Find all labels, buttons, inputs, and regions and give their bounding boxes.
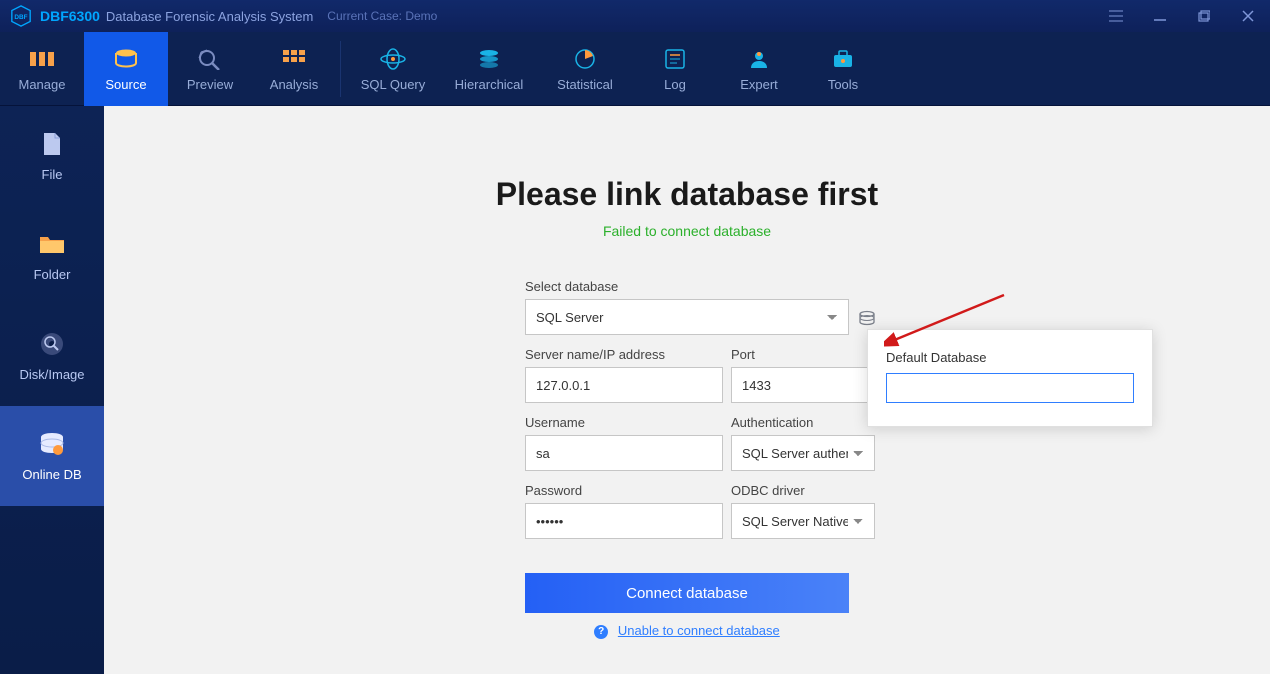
folder-icon	[37, 231, 67, 257]
nav-hierarchical-label: Hierarchical	[455, 77, 524, 92]
database-settings-icon[interactable]	[857, 309, 877, 329]
select-database[interactable]: SQL Server	[525, 299, 849, 335]
nav-sqlquery-label: SQL Query	[361, 77, 426, 92]
help-icon: ?	[594, 625, 608, 639]
analysis-icon	[280, 47, 308, 71]
nav-hierarchical[interactable]: Hierarchical	[441, 32, 537, 106]
help-link[interactable]: Unable to connect database	[618, 623, 780, 638]
server-input[interactable]	[525, 367, 723, 403]
disk-icon	[37, 331, 67, 357]
preview-icon	[196, 47, 224, 71]
nav-preview[interactable]: Preview	[168, 32, 252, 106]
nav-statistical[interactable]: Statistical	[537, 32, 633, 106]
sidebar-folder-label: Folder	[34, 267, 71, 282]
auth-select[interactable]: SQL Server authen	[731, 435, 875, 471]
port-input[interactable]	[731, 367, 875, 403]
nav-log[interactable]: Log	[633, 32, 717, 106]
source-icon	[112, 47, 140, 71]
annotation-arrow-icon	[884, 291, 1014, 351]
label-password: Password	[525, 483, 723, 498]
password-input[interactable]	[525, 503, 723, 539]
page-title: Please link database first	[104, 176, 1270, 213]
nav-separator	[340, 41, 341, 97]
label-username: Username	[525, 415, 723, 430]
maximize-icon[interactable]	[1182, 0, 1226, 32]
nav-tools-label: Tools	[828, 77, 858, 92]
nav-analysis[interactable]: Analysis	[252, 32, 336, 106]
nav-statistical-label: Statistical	[557, 77, 613, 92]
onlinedb-icon	[37, 431, 67, 457]
hierarchical-icon	[475, 47, 503, 71]
username-input[interactable]	[525, 435, 723, 471]
minimize-icon[interactable]	[1138, 0, 1182, 32]
statistical-icon	[571, 47, 599, 71]
expert-icon	[745, 47, 773, 71]
help-line: ? Unable to connect database	[525, 623, 849, 639]
connect-form: Select database SQL Server Server name/I…	[525, 279, 849, 639]
nav-tools[interactable]: Tools	[801, 32, 885, 106]
status-message: Failed to connect database	[104, 223, 1270, 239]
label-select-db: Select database	[525, 279, 849, 294]
manage-icon	[28, 47, 56, 71]
nav-log-label: Log	[664, 77, 686, 92]
connect-button[interactable]: Connect database	[525, 573, 849, 613]
sidebar-item-file[interactable]: File	[0, 106, 104, 206]
label-port: Port	[731, 347, 875, 362]
label-server: Server name/IP address	[525, 347, 723, 362]
window-controls	[1094, 0, 1270, 32]
odbc-select[interactable]: SQL Server Native	[731, 503, 875, 539]
nav-source-label: Source	[105, 77, 146, 92]
popover-label: Default Database	[886, 350, 1134, 365]
sidebar-item-onlinedb[interactable]: Online DB	[0, 406, 104, 506]
titlebar: DBF DBF6300 Database Forensic Analysis S…	[0, 0, 1270, 32]
close-icon[interactable]	[1226, 0, 1270, 32]
nav-manage-label: Manage	[19, 77, 66, 92]
content-area: Please link database first Failed to con…	[104, 106, 1270, 674]
nav-analysis-label: Analysis	[270, 77, 318, 92]
nav-source[interactable]: Source	[84, 32, 168, 106]
title-product: DBF6300	[40, 8, 100, 24]
title-desc: Database Forensic Analysis System	[106, 9, 313, 24]
tools-icon	[829, 47, 857, 71]
nav-expert[interactable]: Expert	[717, 32, 801, 106]
file-icon	[37, 131, 67, 157]
sidebar: File Folder Disk/Image Online DB	[0, 106, 104, 674]
sidebar-file-label: File	[42, 167, 63, 182]
label-odbc: ODBC driver	[731, 483, 875, 498]
default-database-input[interactable]	[886, 373, 1134, 403]
nav-sqlquery[interactable]: SQL Query	[345, 32, 441, 106]
title-case: Current Case: Demo	[327, 9, 437, 23]
sidebar-onlinedb-label: Online DB	[22, 467, 81, 482]
sqlquery-icon	[379, 47, 407, 71]
sidebar-disk-label: Disk/Image	[19, 367, 84, 382]
menu-icon[interactable]	[1094, 0, 1138, 32]
svg-text:DBF: DBF	[14, 14, 27, 21]
log-icon	[661, 47, 689, 71]
sidebar-item-disk[interactable]: Disk/Image	[0, 306, 104, 406]
app-logo-icon: DBF	[10, 5, 32, 27]
nav-preview-label: Preview	[187, 77, 233, 92]
nav-manage[interactable]: Manage	[0, 32, 84, 106]
nav-expert-label: Expert	[740, 77, 778, 92]
label-auth: Authentication	[731, 415, 875, 430]
top-nav: Manage Source Preview Analysis SQL Query…	[0, 32, 1270, 106]
sidebar-item-folder[interactable]: Folder	[0, 206, 104, 306]
